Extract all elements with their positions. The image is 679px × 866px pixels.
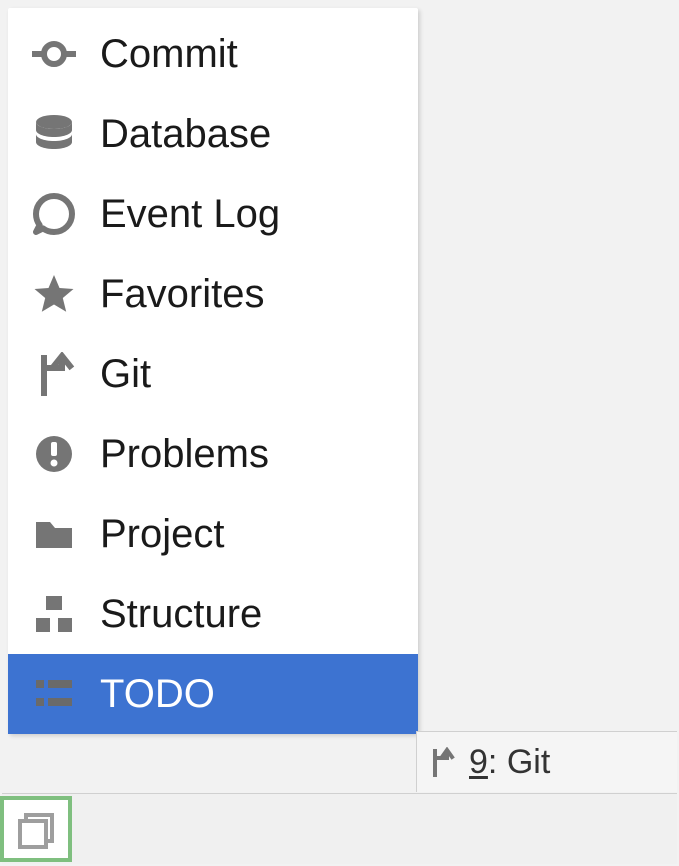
menu-item-problems[interactable]: Problems	[8, 414, 418, 494]
menu-item-structure[interactable]: Structure	[8, 574, 418, 654]
tool-windows-quick-access-button[interactable]	[0, 796, 72, 862]
problems-icon	[32, 432, 76, 476]
tool-window-popup: Commit Database Event Log	[8, 8, 418, 734]
menu-item-project[interactable]: Project	[8, 494, 418, 574]
git-icon	[427, 747, 457, 777]
favorites-icon	[32, 272, 76, 316]
menu-item-label: Git	[100, 352, 408, 397]
menu-item-database[interactable]: Database	[8, 94, 418, 174]
event-log-icon	[32, 192, 76, 236]
menu-item-label: Event Log	[100, 192, 408, 237]
menu-item-label: Problems	[100, 432, 408, 477]
git-mnemonic: 9	[469, 743, 488, 781]
menu-item-label: Database	[100, 112, 408, 157]
structure-icon	[32, 592, 76, 636]
git-icon	[32, 352, 76, 396]
menu-item-label: Commit	[100, 32, 408, 77]
status-bar	[2, 793, 677, 864]
menu-item-label: Structure	[100, 592, 408, 637]
git-label-rest: : Git	[488, 743, 550, 781]
database-icon	[32, 112, 76, 156]
menu-item-favorites[interactable]: Favorites	[8, 254, 418, 334]
menu-item-event-log[interactable]: Event Log	[8, 174, 418, 254]
menu-item-label: Favorites	[100, 272, 408, 317]
menu-item-todo[interactable]: TODO	[8, 654, 418, 734]
bottom-toolbar-fragment: 9: Git	[416, 731, 677, 792]
menu-item-label: TODO	[100, 672, 408, 717]
stack-icon	[14, 807, 58, 851]
todo-icon	[32, 672, 76, 716]
menu-item-commit[interactable]: Commit	[8, 14, 418, 94]
git-toolbar-button[interactable]: 9: Git	[469, 743, 550, 782]
menu-item-git[interactable]: Git	[8, 334, 418, 414]
commit-icon	[32, 32, 76, 76]
menu-item-label: Project	[100, 512, 408, 557]
project-icon	[32, 512, 76, 556]
